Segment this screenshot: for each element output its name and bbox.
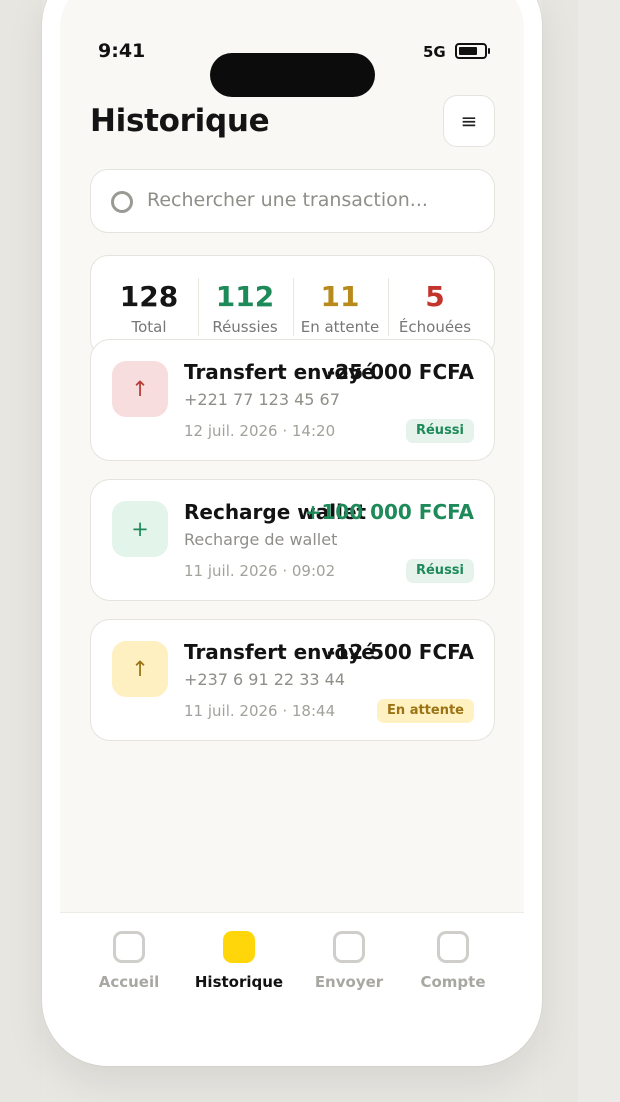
transaction-date: 11 juil. 2026 · 18:44	[184, 702, 336, 720]
search-icon	[111, 191, 133, 213]
stat-value: 128	[119, 280, 179, 313]
stat-label: En attente	[300, 318, 380, 336]
nav-label: Accueil	[98, 973, 160, 991]
app-screen: 9:41 5G Historique ≡ Rechercher une tran…	[60, 0, 524, 1048]
transaction-amount: +100 000 FCFA	[304, 500, 474, 524]
status-badge: Réussi	[405, 419, 474, 443]
transaction-amount: -12 500 FCFA	[327, 640, 474, 664]
menu-button[interactable]: ≡	[443, 95, 495, 147]
transaction-card[interactable]: ↑ Transfert envoyé -25 000 FCFA +221 77 …	[90, 339, 495, 461]
transaction-date: 12 juil. 2026 · 14:20	[184, 422, 336, 440]
stat-value: 112	[215, 280, 275, 313]
transaction-card[interactable]: ↑ Transfert envoyé -12 500 FCFA +237 6 9…	[90, 619, 495, 741]
account-icon	[437, 931, 469, 963]
transaction-detail: +237 6 91 22 33 44	[184, 670, 345, 689]
menu-icon: ≡	[460, 109, 478, 133]
transaction-amount: -25 000 FCFA	[327, 360, 474, 384]
transaction-detail: +221 77 123 45 67	[184, 390, 340, 409]
nav-label: Envoyer	[314, 973, 384, 991]
nav-label: Compte	[420, 973, 486, 991]
stat-label: Réussies	[212, 318, 278, 336]
status-badge: Réussi	[405, 559, 474, 583]
phone-frame: 9:41 5G Historique ≡ Rechercher une tran…	[42, 0, 542, 1066]
stat-label: Échouées	[398, 318, 472, 336]
stat-label: Total	[131, 318, 167, 336]
search-box[interactable]: Rechercher une transaction...	[90, 169, 495, 233]
arrow-up-icon: ↑	[112, 361, 168, 417]
bottom-navigation: Accueil Historique Envoyer Compte	[60, 912, 524, 1048]
plus-icon: +	[112, 501, 168, 557]
dynamic-island	[210, 53, 375, 97]
network-indicator: 5G	[423, 43, 446, 61]
status-bar: 9:41 5G	[60, 36, 524, 97]
status-time: 9:41	[98, 40, 146, 62]
transaction-detail: Recharge de wallet	[184, 530, 338, 549]
transaction-date: 11 juil. 2026 · 09:02	[184, 562, 336, 580]
home-icon	[113, 931, 145, 963]
side-strip	[578, 0, 620, 1102]
stat-value: 11	[320, 280, 360, 313]
nav-label: Historique	[194, 973, 284, 991]
send-icon	[333, 931, 365, 963]
status-badge: En attente	[377, 699, 474, 723]
arrow-up-icon: ↑	[112, 641, 168, 697]
transaction-card[interactable]: + Recharge wallet +100 000 FCFA Recharge…	[90, 479, 495, 601]
stat-value: 5	[425, 280, 445, 313]
search-input[interactable]: Rechercher une transaction...	[147, 189, 428, 211]
page-title: Historique	[90, 103, 270, 139]
history-icon	[223, 931, 255, 963]
battery-icon	[455, 43, 490, 59]
